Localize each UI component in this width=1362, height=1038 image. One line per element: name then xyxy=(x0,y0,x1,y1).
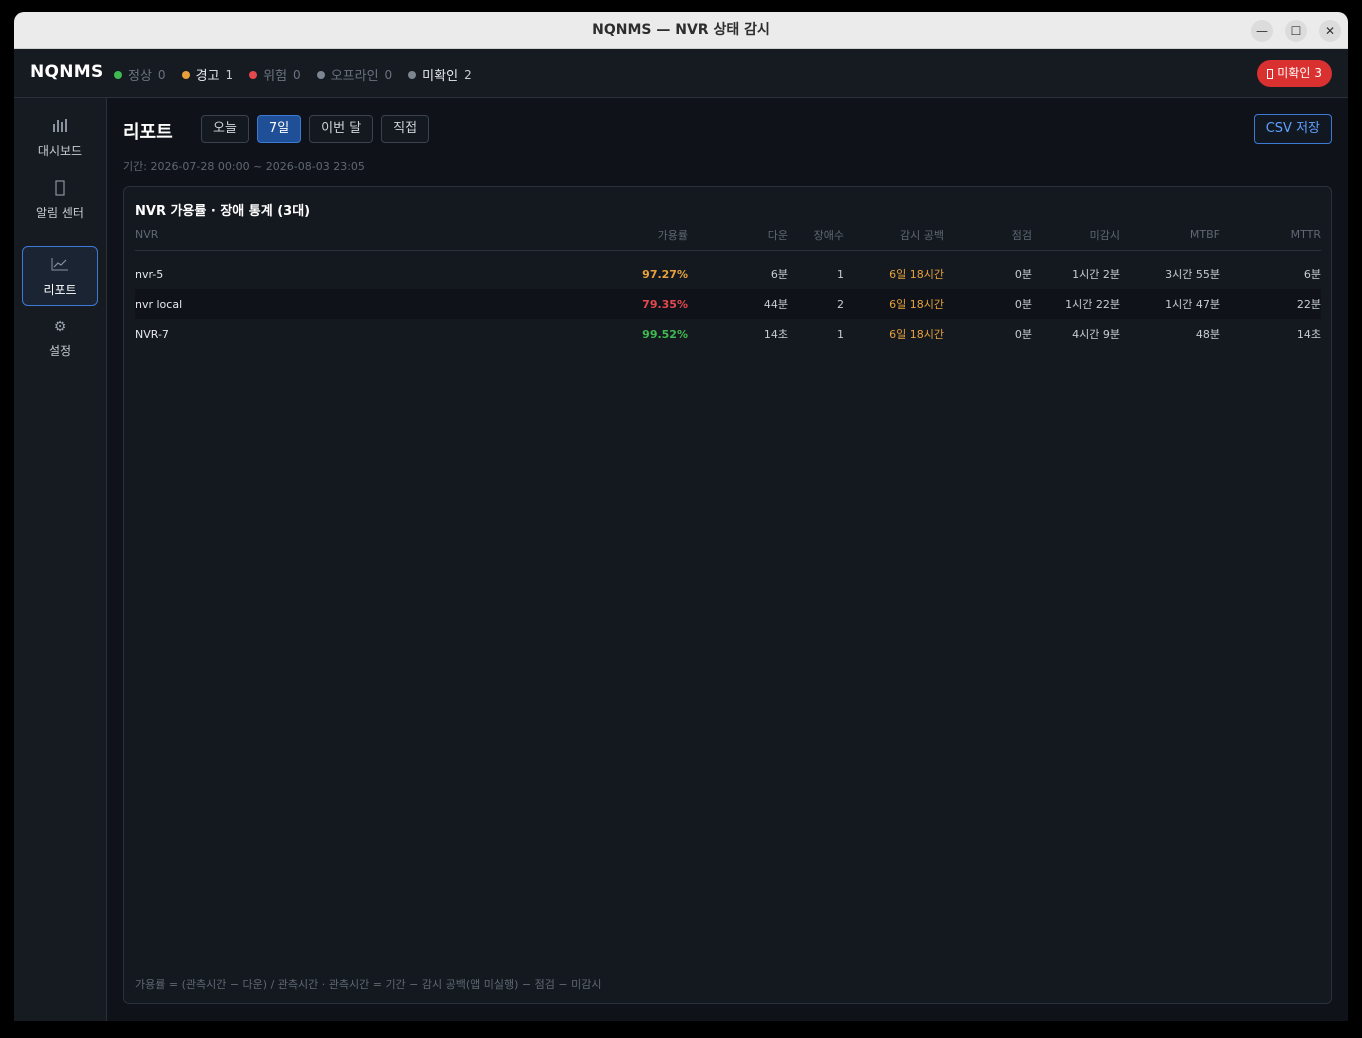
cell-unmonitored: 1시간 2분 xyxy=(1072,268,1120,281)
close-icon: ✕ xyxy=(1324,24,1336,38)
cell-maintenance: 0분 xyxy=(1014,328,1032,341)
brand-logo: NQNMS xyxy=(30,62,104,82)
column-header-down[interactable]: 다운 xyxy=(688,219,788,250)
sidebar: 대시보드 알림 센터 리포트 ⚙ 설정 xyxy=(14,98,107,1021)
cell-nvr: NVR-7 xyxy=(135,327,169,341)
column-header-monitor-gap[interactable]: 감시 공백 xyxy=(844,219,944,250)
cell-maintenance: 0분 xyxy=(1014,298,1032,311)
cell-monitor-gap: 6일 18시간 xyxy=(889,298,944,311)
status-dot-icon xyxy=(316,70,325,79)
status-normal[interactable]: 정상 0 xyxy=(114,65,166,84)
minimize-button[interactable]: — xyxy=(1251,20,1273,42)
cell-unmonitored: 1시간 22분 xyxy=(1065,298,1120,311)
status-warning[interactable]: 경고 1 xyxy=(181,65,233,84)
maximize-button[interactable]: ☐ xyxy=(1285,20,1307,42)
report-page: 리포트 오늘 7일 이번 달 직접 CSV 저장 기간: 2026-07-28 … xyxy=(107,98,1348,1021)
sidebar-item-settings[interactable]: ⚙ 설정 xyxy=(22,308,98,368)
card-title: NVR 가용률 · 장애 통계 (3대) xyxy=(135,204,311,219)
sidebar-item-report[interactable]: 리포트 xyxy=(22,246,98,306)
line-chart-icon xyxy=(23,257,97,275)
column-header-nvr[interactable]: NVR xyxy=(135,219,335,250)
cell-monitor-gap: 6일 18시간 xyxy=(889,268,944,281)
cell-mttr: 14초 xyxy=(1296,328,1321,341)
bell-icon xyxy=(1267,68,1274,79)
table-row[interactable]: nvr local 79.35% 44분 2 6일 18시간 0분 1시간 22… xyxy=(135,289,1321,319)
csv-export-button[interactable]: CSV 저장 xyxy=(1253,114,1332,144)
bell-icon xyxy=(22,180,98,198)
range-custom-button[interactable]: 직접 xyxy=(381,115,430,143)
column-header-availability[interactable]: 가용률 xyxy=(585,219,688,250)
status-offline[interactable]: 오프라인 0 xyxy=(316,65,392,84)
table-header: NVR 가용률 다운 장애수 감시 공백 점검 미감시 MTBF MTTR xyxy=(135,219,1321,251)
cell-maintenance: 0분 xyxy=(1014,268,1032,281)
page-title: 리포트 xyxy=(123,122,173,143)
window-title: NQNMS — NVR 상태 감시 xyxy=(592,22,770,38)
range-selector: 오늘 7일 이번 달 직접 xyxy=(201,115,430,143)
cell-nvr: nvr local xyxy=(135,297,183,311)
app-header: NQNMS 정상 0 경고 1 위험 0 오프라인 0 미확인 2 미확인 3 xyxy=(14,49,1348,98)
availability-formula-note: 가용률 = (관측시간 − 다운) / 관측시간 · 관측시간 = 기간 − 감… xyxy=(135,978,602,991)
range-this-month-button[interactable]: 이번 달 xyxy=(309,115,374,143)
sidebar-item-dashboard[interactable]: 대시보드 xyxy=(22,108,98,168)
maximize-icon: ☐ xyxy=(1290,24,1302,38)
cell-faults: 1 xyxy=(837,327,844,341)
range-7days-button[interactable]: 7일 xyxy=(256,115,302,143)
cell-mttr: 6분 xyxy=(1303,268,1321,281)
status-unacknowledged[interactable]: 미확인 2 xyxy=(408,65,472,84)
cell-mttr: 22분 xyxy=(1296,298,1321,311)
cell-faults: 1 xyxy=(837,267,844,281)
minimize-icon: — xyxy=(1256,24,1268,38)
column-header-faults[interactable]: 장애수 xyxy=(788,219,844,250)
app-window: NQNMS — NVR 상태 감시 — ☐ ✕ NQNMS 정상 0 경고 1 … xyxy=(14,12,1348,1021)
gear-icon: ⚙ xyxy=(53,319,67,335)
cell-monitor-gap: 6일 18시간 xyxy=(889,328,944,341)
cell-down: 14초 xyxy=(763,328,788,341)
cell-availability: 99.52% xyxy=(642,327,688,341)
status-dot-icon xyxy=(114,70,122,79)
column-header-mttr[interactable]: MTTR xyxy=(1220,219,1321,250)
report-period: 기간: 2026-07-28 00:00 ~ 2026-08-03 23:05 xyxy=(123,160,365,173)
status-dot-icon xyxy=(408,70,417,79)
status-dot-icon xyxy=(249,70,258,79)
title-bar[interactable]: NQNMS — NVR 상태 감시 — ☐ ✕ xyxy=(14,12,1348,49)
status-danger[interactable]: 위험 0 xyxy=(249,65,301,84)
cell-down: 44분 xyxy=(763,298,788,311)
table-row[interactable]: NVR-7 99.52% 14초 1 6일 18시간 0분 4시간 9분 48분… xyxy=(135,319,1321,349)
table-row[interactable]: nvr-5 97.27% 6분 1 6일 18시간 0분 1시간 2분 3시간 … xyxy=(135,259,1321,289)
cell-mtbf: 3시간 55분 xyxy=(1165,268,1220,281)
column-header-maintenance[interactable]: 점검 xyxy=(944,219,1032,250)
status-dot-icon xyxy=(181,70,190,79)
cell-unmonitored: 4시간 9분 xyxy=(1072,328,1120,341)
cell-down: 6분 xyxy=(770,268,788,281)
close-button[interactable]: ✕ xyxy=(1319,20,1341,42)
cell-mtbf: 48분 xyxy=(1195,328,1220,341)
cell-availability: 79.35% xyxy=(642,297,688,311)
cell-nvr: nvr-5 xyxy=(135,267,164,281)
column-header-mtbf[interactable]: MTBF xyxy=(1120,219,1220,250)
cell-availability: 97.27% xyxy=(642,267,688,281)
sidebar-item-alert-center[interactable]: 알림 센터 xyxy=(22,170,98,230)
cell-mtbf: 1시간 47분 xyxy=(1165,298,1220,311)
cell-faults: 2 xyxy=(837,297,844,311)
column-header-unmonitored[interactable]: 미감시 xyxy=(1032,219,1120,250)
unacknowledged-alerts-button[interactable]: 미확인 3 xyxy=(1257,60,1332,87)
availability-stats-card: NVR 가용률 · 장애 통계 (3대) NVR 가용률 다운 장애수 감시 공… xyxy=(123,186,1332,1004)
range-today-button[interactable]: 오늘 xyxy=(201,115,249,143)
bar-chart-icon xyxy=(22,118,98,136)
status-summary: 정상 0 경고 1 위험 0 오프라인 0 미확인 2 xyxy=(114,65,472,84)
